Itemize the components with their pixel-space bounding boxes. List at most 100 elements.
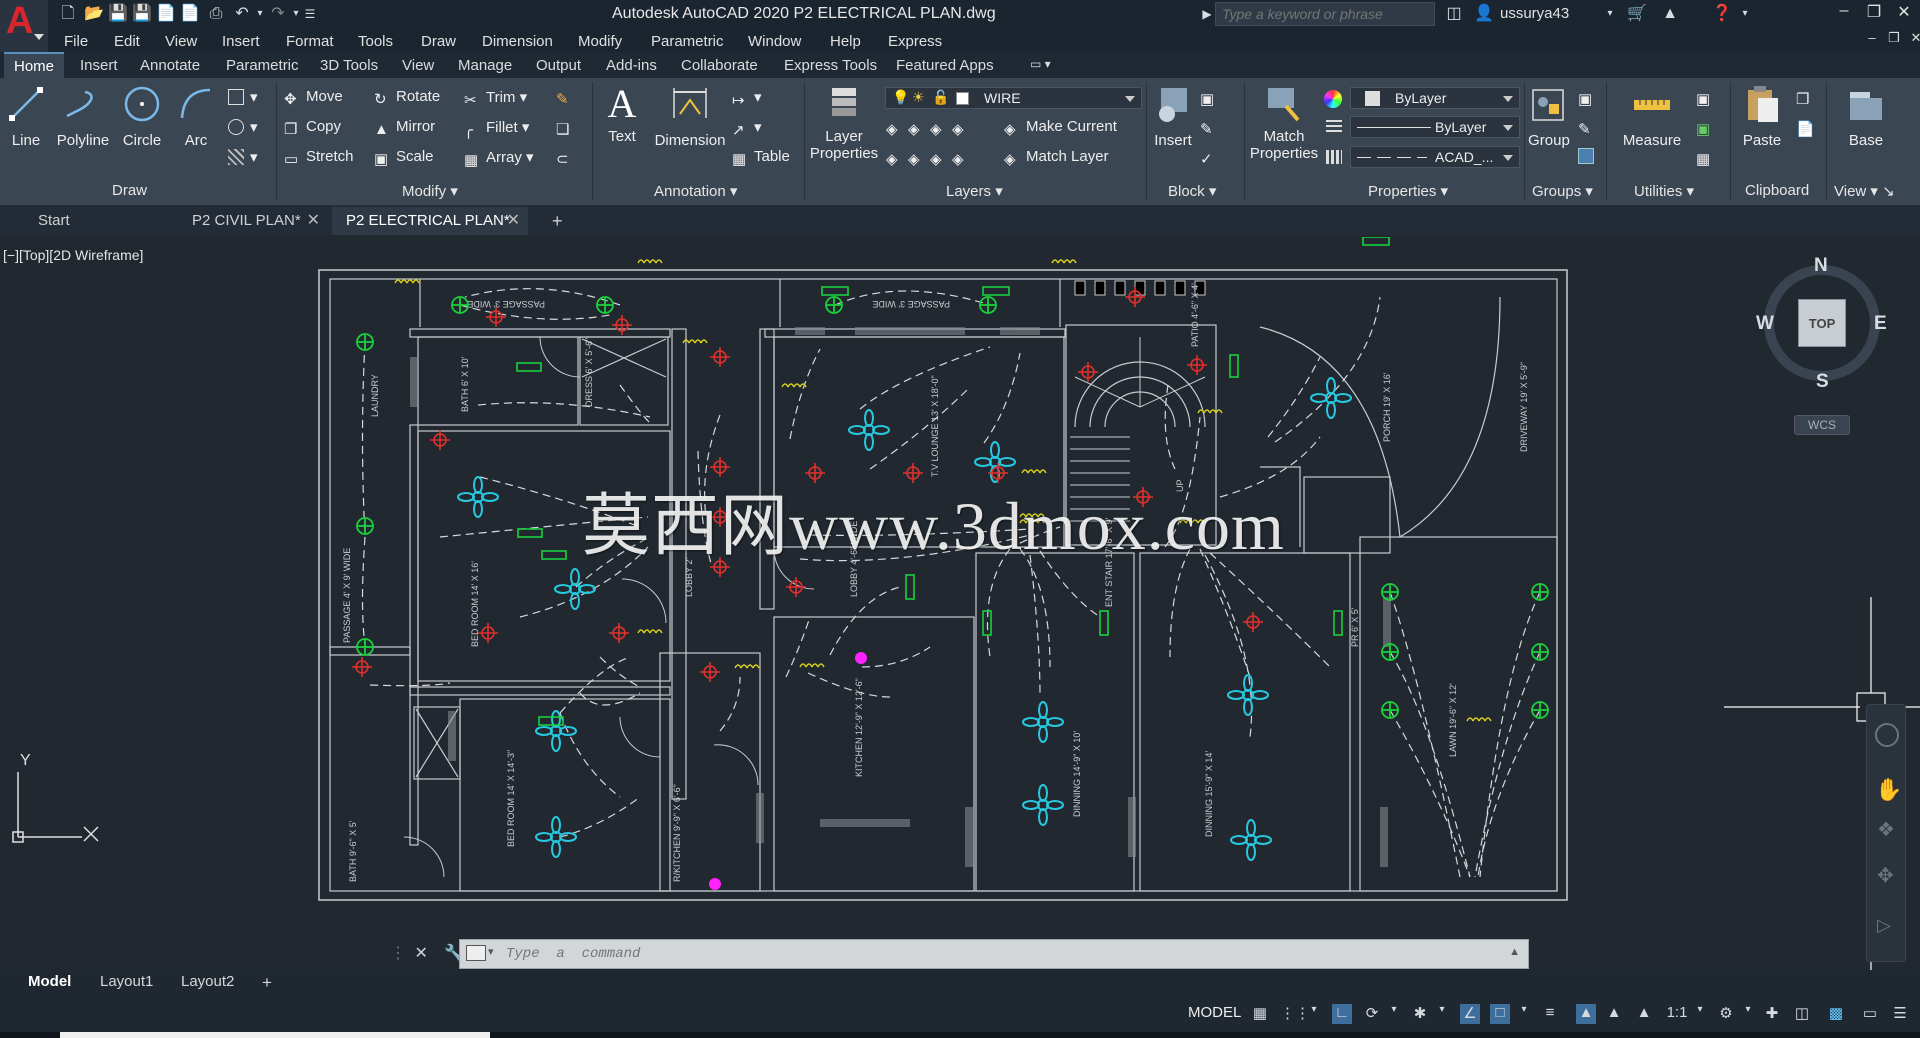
group-button[interactable]: Group — [1526, 84, 1572, 149]
make-current-button[interactable]: ◈ Make Current — [1004, 118, 1117, 138]
file-tab-electrical-plan[interactable]: P2 ELECTRICAL PLAN* ✕ — [332, 207, 528, 235]
user-icon[interactable]: 👤 — [1474, 4, 1494, 24]
redo-icon[interactable]: ↷ — [268, 4, 288, 24]
help-icon[interactable]: ❓ — [1712, 4, 1732, 24]
isolate-objects-icon[interactable]: ▩ — [1826, 1004, 1846, 1024]
group-edit-button[interactable]: ✎ — [1578, 118, 1600, 138]
binoculars-icon[interactable]: ◫ — [1444, 4, 1464, 24]
linear-dim-button[interactable]: ↦ ▾ — [732, 88, 762, 109]
menu-parametric[interactable]: Parametric — [651, 33, 724, 50]
trim-button[interactable]: ✂ Trim ▾ — [464, 88, 527, 109]
open-icon[interactable]: 📂 — [84, 4, 104, 24]
polar-icon[interactable]: ⟳ — [1362, 1004, 1382, 1024]
move-button[interactable]: ✥ Move — [284, 88, 343, 108]
draw-panel-title[interactable]: Draw — [112, 182, 147, 199]
object-snap-tracking-icon[interactable]: ∠ — [1460, 1004, 1480, 1024]
hatch-button[interactable]: ▾ — [228, 118, 258, 136]
copy-button[interactable]: ❐ Copy — [284, 118, 341, 138]
compass-south[interactable]: S — [1816, 371, 1829, 393]
color-dropdown[interactable]: ByLayer — [1350, 87, 1520, 109]
quick-select-button[interactable]: ▣ — [1696, 118, 1718, 138]
lineweight-dropdown[interactable]: ByLayer — [1350, 116, 1520, 138]
menu-express[interactable]: Express — [888, 33, 942, 50]
object-snap-icon[interactable]: □ — [1490, 1004, 1510, 1024]
insert-block-button[interactable]: Insert — [1150, 84, 1196, 149]
tab-3d-tools[interactable]: 3D Tools — [320, 57, 378, 74]
base-view-button[interactable]: Base — [1838, 84, 1894, 149]
annotation-scale-dropdown-icon[interactable]: ▾ — [1690, 1004, 1710, 1024]
annotation-scale-value[interactable]: 1:1 — [1662, 1004, 1692, 1024]
match-properties-button[interactable]: Match Properties — [1248, 84, 1320, 162]
gradient-button[interactable]: ▾ — [228, 148, 258, 166]
minimize-icon[interactable]: – — [1830, 2, 1858, 20]
save-as-icon[interactable]: 💾 — [132, 4, 152, 24]
leader-button[interactable]: ↗ ▾ — [732, 118, 762, 139]
drawing-viewport[interactable]: [−][Top][2D Wireframe] PASSAGE 3' WIDE P… — [0, 237, 1920, 978]
customization-menu-icon[interactable]: ☰ — [1890, 1004, 1910, 1024]
menu-help[interactable]: Help — [830, 33, 861, 50]
tab-model[interactable]: Model — [28, 973, 71, 990]
view-panel-title[interactable]: View ▾ ↘ — [1834, 182, 1895, 200]
compass-west[interactable]: W — [1756, 313, 1774, 335]
menu-format[interactable]: Format — [286, 33, 334, 50]
tab-express-tools[interactable]: Express Tools — [784, 57, 877, 74]
offset-button[interactable]: ⊂ — [556, 148, 578, 168]
workspace-gear-icon[interactable]: ⚙ — [1716, 1004, 1736, 1024]
undo-icon[interactable]: ↶ — [232, 4, 252, 24]
linetype-icon[interactable] — [1326, 150, 1342, 164]
grid-icon[interactable]: ▦ — [1250, 1004, 1270, 1024]
ortho-icon[interactable]: ∟ — [1332, 1004, 1352, 1024]
command-expand-icon[interactable]: ▲ — [1509, 946, 1520, 958]
new-icon[interactable]: 🗋 — [58, 4, 78, 24]
save-icon[interactable]: 💾 — [108, 4, 128, 24]
a360-icon[interactable]: ▲ — [1660, 4, 1680, 24]
doc-close-icon[interactable]: ✕ — [1902, 30, 1920, 46]
snap-dropdown-icon[interactable]: ▾ — [1304, 1004, 1324, 1024]
menu-view[interactable]: View — [165, 33, 197, 50]
save-to-web-icon[interactable]: 📄 — [156, 4, 176, 24]
model-space-toggle[interactable]: MODEL — [1188, 1004, 1241, 1021]
compass-north[interactable]: N — [1814, 255, 1828, 277]
command-prompt-icon[interactable] — [466, 945, 486, 961]
plot-icon[interactable]: ⎙ — [206, 4, 226, 24]
color-wheel-icon[interactable] — [1324, 90, 1342, 108]
ungroup-button[interactable]: ▣ — [1578, 88, 1600, 108]
array-button[interactable]: ▦ Array ▾ — [464, 148, 534, 169]
file-tab-civil-plan[interactable]: P2 CIVIL PLAN* ✕ — [178, 207, 328, 235]
isodraft-icon[interactable]: ✱ — [1410, 1004, 1430, 1024]
search-input[interactable] — [1215, 2, 1435, 26]
tab-home[interactable]: Home — [4, 52, 65, 78]
open-from-web-icon[interactable]: 📄 — [180, 4, 200, 24]
compass-east[interactable]: E — [1874, 313, 1887, 335]
cart-icon[interactable]: 🛒 — [1627, 4, 1647, 24]
command-grip-icon[interactable]: ⋮ — [390, 945, 406, 962]
line-button[interactable]: Line — [4, 84, 48, 149]
snap-icon[interactable]: ⋮⋮ — [1280, 1004, 1310, 1024]
groups-panel-title[interactable]: Groups ▾ — [1532, 182, 1593, 200]
viewcube[interactable]: TOP N S E W WCS — [1756, 255, 1890, 445]
explode-button[interactable]: ❏ — [556, 118, 578, 138]
id-point-button[interactable]: ▣ — [1696, 88, 1718, 108]
customize-qat-icon[interactable]: ☰ — [300, 4, 320, 24]
fillet-button[interactable]: ╭ Fillet ▾ — [464, 118, 529, 139]
close-tab-icon[interactable]: ✕ — [507, 207, 520, 235]
tab-insert[interactable]: Insert — [80, 57, 118, 74]
tab-layout1[interactable]: Layout1 — [100, 973, 153, 990]
lineweight-toggle-icon[interactable]: ≡ — [1540, 1004, 1560, 1024]
cut-button[interactable]: 📄 — [1796, 118, 1818, 138]
lineweight-icon[interactable] — [1326, 120, 1342, 134]
tab-output[interactable]: Output — [536, 57, 581, 74]
pan-icon[interactable]: ✋ — [1875, 777, 1902, 803]
polyline-button[interactable]: Polyline — [52, 84, 114, 149]
layer-properties-button[interactable]: Layer Properties — [806, 84, 882, 162]
workspace-dropdown-icon[interactable]: ▾ — [1738, 1004, 1758, 1024]
block-panel-title[interactable]: Block ▾ — [1168, 182, 1216, 200]
tab-manage[interactable]: Manage — [458, 57, 512, 74]
annotation-panel-title[interactable]: Annotation ▾ — [654, 182, 737, 200]
utilities-panel-title[interactable]: Utilities ▾ — [1634, 182, 1694, 200]
command-input[interactable] — [506, 943, 1466, 965]
isodraft-dropdown-icon[interactable]: ▾ — [1432, 1004, 1452, 1024]
showmotion-icon[interactable]: ▷ — [1877, 915, 1891, 936]
user-dropdown-icon[interactable]: ▾ — [1600, 4, 1620, 24]
arc-button[interactable]: Arc — [172, 84, 220, 149]
